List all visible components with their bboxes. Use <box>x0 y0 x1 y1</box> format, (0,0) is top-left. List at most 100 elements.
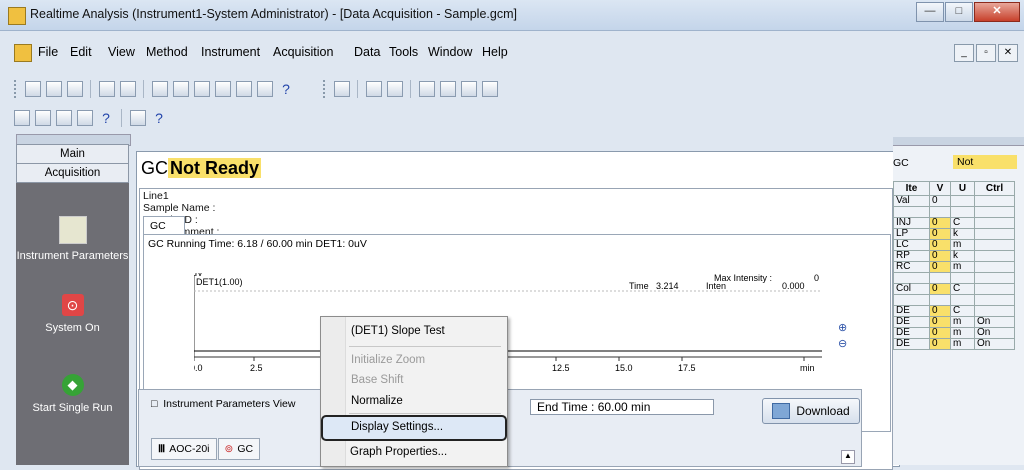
start-icon[interactable] <box>419 81 435 97</box>
monitor-cell <box>973 305 1016 317</box>
download-button[interactable]: Download <box>762 398 860 424</box>
monitor-cell <box>973 283 1016 295</box>
title-bar: Realtime Analysis (Instrument1-System Ad… <box>0 0 1024 31</box>
instrument-parameters-button[interactable]: Instrument Parameters <box>16 216 129 262</box>
new-icon[interactable] <box>25 81 41 97</box>
monitor-cell <box>949 272 975 284</box>
menu-item-slope-test[interactable]: (DET1) Slope Test <box>351 325 445 337</box>
menu-method[interactable]: Method <box>146 45 188 59</box>
mail-icon[interactable] <box>56 110 72 126</box>
view2-icon[interactable] <box>215 81 231 97</box>
menu-acquisition[interactable]: Acquisition <box>273 45 333 59</box>
system-on-icon[interactable] <box>366 81 382 97</box>
tab-main[interactable]: Main <box>16 144 129 164</box>
x-tick-label: 17.5 <box>678 363 696 373</box>
menu-window[interactable]: Window <box>428 45 472 59</box>
tool1-icon[interactable] <box>461 81 477 97</box>
menu-help[interactable]: Help <box>482 45 508 59</box>
layout-icon[interactable] <box>152 81 168 97</box>
tab-gc-params[interactable]: ⊚ GC <box>217 438 261 460</box>
monitor-cell <box>973 272 1016 284</box>
monitor-cell <box>973 206 1016 218</box>
view1-icon[interactable] <box>194 81 210 97</box>
instrument-icon[interactable] <box>334 81 350 97</box>
open-icon[interactable] <box>46 81 62 97</box>
help-icon[interactable]: ? <box>278 81 294 97</box>
report-icon[interactable] <box>35 110 51 126</box>
chromatogram-chart[interactable]: 1000000 uV DET1(1.00) 0 Max Intensity : … <box>194 273 854 383</box>
x-tick-label: 2.5 <box>250 363 263 373</box>
status-badge: Not Ready <box>168 158 262 178</box>
monitor-cell[interactable]: On <box>973 327 1016 339</box>
close-button[interactable]: ✕ <box>974 2 1020 22</box>
network-icon[interactable] <box>173 81 189 97</box>
monitor-cell <box>893 294 930 306</box>
print-preview-icon[interactable] <box>120 81 136 97</box>
tab-aoc-20i[interactable]: Ⅲ AOC-20i <box>151 438 217 460</box>
menu-data[interactable]: Data <box>354 45 380 59</box>
start-icon: ◆ <box>61 374 84 396</box>
monitor-cell: C <box>949 217 975 229</box>
table-row: RC 0 m <box>893 261 1016 273</box>
view4-icon[interactable] <box>257 81 273 97</box>
monitor-cell: 0 <box>929 327 951 339</box>
time-value: 3.214 <box>656 281 679 291</box>
menu-edit[interactable]: Edit <box>70 45 92 59</box>
menu-view[interactable]: View <box>108 45 135 59</box>
table-row: LP 0 k <box>893 228 1016 240</box>
table-row: Col 0 C <box>893 283 1016 295</box>
stop-icon[interactable] <box>440 81 456 97</box>
tool2-icon[interactable] <box>482 81 498 97</box>
gc-icon: ⊚ <box>224 443 234 455</box>
menu-item-normalize[interactable]: Normalize <box>351 395 403 407</box>
start-single-run-button[interactable]: ◆ Start Single Run <box>16 374 129 414</box>
chart-icon[interactable] <box>14 110 30 126</box>
tab-acquisition[interactable]: Acquisition <box>16 163 129 183</box>
menu-file[interactable]: File <box>38 45 58 59</box>
monitor-cell[interactable]: On <box>973 316 1016 328</box>
monitor-cell: m <box>949 327 975 339</box>
print-icon[interactable] <box>99 81 115 97</box>
menu-instrument[interactable]: Instrument <box>201 45 260 59</box>
mdi-restore-button[interactable]: ▫ <box>976 44 996 62</box>
inten-label: Inten <box>706 281 726 291</box>
monitor-cell: 0 <box>929 217 951 229</box>
monitor-cell: DE <box>893 338 930 350</box>
window-icon[interactable] <box>130 110 146 126</box>
system-on-button[interactable]: ⊙ System On <box>16 294 129 334</box>
table-row <box>893 294 1016 306</box>
monitor-header-cell: U <box>949 181 975 196</box>
menu-bar: File Edit View Method Instrument Acquisi… <box>0 42 1024 62</box>
toolbar-grip[interactable] <box>14 80 19 98</box>
menu-item-graph-properties[interactable]: Graph Properties... <box>350 446 447 458</box>
scroll-up-button[interactable]: ▲ <box>841 450 855 464</box>
export-icon[interactable] <box>77 110 93 126</box>
system-off-icon[interactable] <box>387 81 403 97</box>
context-menu: (DET1) Slope Test Initialize Zoom Base S… <box>320 316 508 467</box>
monitor-cell <box>893 272 930 284</box>
menu-tools[interactable]: Tools <box>389 45 418 59</box>
help-icon[interactable]: ? <box>151 110 167 126</box>
monitor-cell: 0 <box>929 283 951 295</box>
monitor-cell: m <box>949 316 975 328</box>
monitor-cell <box>949 195 975 207</box>
mdi-close-button[interactable]: ✕ <box>998 44 1018 62</box>
tab-gc[interactable]: GC <box>143 216 185 234</box>
monitor-cell: RP <box>893 250 930 262</box>
inten-value: 0.000 <box>782 281 805 291</box>
save-icon[interactable] <box>67 81 83 97</box>
autosampler-icon: Ⅲ <box>158 443 166 455</box>
display-settings-highlight[interactable]: Display Settings... <box>321 415 507 441</box>
mdi-minimize-button[interactable]: _ <box>954 44 974 62</box>
view3-icon[interactable] <box>236 81 252 97</box>
menu-item-display-settings[interactable]: Display Settings... <box>351 421 443 433</box>
table-row: DE 0 m On <box>893 338 1016 350</box>
maximize-button[interactable]: □ <box>945 2 973 22</box>
end-time-field: End Time : 60.00 min <box>530 399 714 415</box>
monitor-cell: DE <box>893 327 930 339</box>
x-tick-label: 12.5 <box>552 363 570 373</box>
monitor-cell[interactable]: On <box>973 338 1016 350</box>
minimize-button[interactable]: — <box>916 2 944 22</box>
help-icon[interactable]: ? <box>98 110 114 126</box>
table-row: DE 0 m On <box>893 316 1016 328</box>
